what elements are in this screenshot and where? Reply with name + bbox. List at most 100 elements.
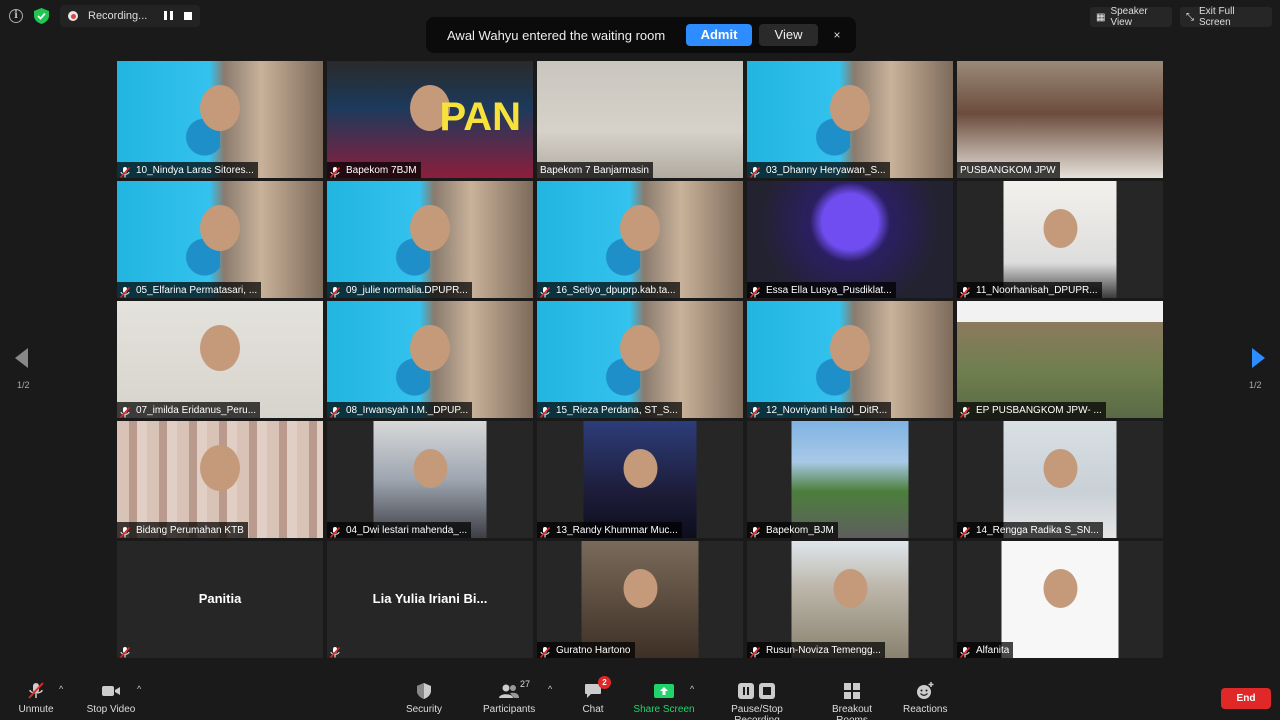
participant-name-bar: Essa Ella Lusya_Pusdiklat... — [747, 282, 896, 298]
participant-tile[interactable]: 11_Noorhanisah_DPUPR... — [957, 181, 1163, 298]
participant-tile[interactable]: Alfanita — [957, 541, 1163, 658]
stop-video-label: Stop Video — [86, 704, 136, 715]
speaker-view-label: Speaker View — [1110, 6, 1148, 28]
participant-tile[interactable]: 09_julie normalia.DPUPR... — [327, 181, 533, 298]
participant-tile[interactable]: Guratno Hartono — [537, 541, 743, 658]
stop-video-button[interactable]: Stop Video — [86, 682, 136, 715]
participant-name: 14_Rengga Radika S_SN... — [976, 524, 1099, 536]
participant-name-bar: 07_imilda Eridanus_Peru... — [117, 402, 261, 418]
close-icon[interactable]: × — [830, 25, 844, 45]
participant-figure — [410, 325, 450, 371]
previous-page-icon[interactable] — [15, 348, 28, 368]
share-screen-button[interactable]: Share Screen — [633, 682, 695, 715]
participant-tile[interactable]: Bapekom 7BJM — [327, 61, 533, 178]
unmute-button[interactable]: Unmute — [18, 682, 54, 715]
participant-figure — [200, 205, 240, 251]
mic-muted-icon — [119, 285, 131, 298]
participant-video — [957, 61, 1163, 178]
participant-name: 04_Dwi lestari mahenda_... — [346, 524, 468, 536]
end-meeting-button[interactable]: End — [1221, 688, 1271, 709]
info-icon[interactable]: i — [9, 9, 23, 23]
participant-video — [747, 181, 953, 298]
participant-name-bar: 14_Rengga Radika S_SN... — [957, 522, 1103, 538]
pause-stop-recording-button[interactable]: Pause/Stop Recording — [709, 682, 805, 720]
participant-tile[interactable]: PUSBANGKOM JPW — [957, 61, 1163, 178]
pause-recording-icon[interactable] — [164, 11, 173, 20]
participant-name-bar: Bapekom 7 Banjarmasin — [537, 162, 653, 178]
stop-recording-icon[interactable] — [184, 12, 192, 20]
participant-grid: 10_Nindya Laras Sitores... Bapekom 7BJM Ba… — [117, 61, 1163, 658]
participant-figure — [623, 569, 657, 609]
participant-tile[interactable]: Panitia — [117, 541, 323, 658]
participant-tile[interactable]: Rusun-Noviza Temengg... — [747, 541, 953, 658]
share-options-caret-icon[interactable]: ^ — [690, 684, 694, 694]
participant-video — [791, 421, 909, 538]
participant-tile[interactable]: 16_Setiyo_dpuprp.kab.ta... — [537, 181, 743, 298]
participant-tile[interactable]: Essa Ella Lusya_Pusdiklat... — [747, 181, 953, 298]
security-button[interactable]: Security — [404, 682, 444, 715]
participant-name-bar: 09_julie normalia.DPUPR... — [327, 282, 472, 298]
mic-muted-icon — [329, 525, 341, 538]
waiting-room-message: Awal Wahyu entered the waiting room — [447, 27, 666, 43]
mic-muted-icon — [539, 285, 551, 298]
participant-name-bar: 08_Irwansyah I.M._DPUP... — [327, 402, 473, 418]
participant-tile[interactable]: 15_Rieza Perdana, ST_S... — [537, 301, 743, 418]
participant-tile[interactable]: 07_imilda Eridanus_Peru... — [117, 301, 323, 418]
video-options-caret-icon[interactable]: ^ — [137, 684, 141, 694]
participant-video — [537, 61, 743, 178]
speaker-view-button[interactable]: ▦ Speaker View — [1090, 6, 1172, 28]
participant-name: 11_Noorhanisah_DPUPR... — [976, 284, 1098, 296]
participant-figure — [200, 85, 240, 131]
participant-tile[interactable]: Lia Yulia Iriani Bi... — [327, 541, 533, 658]
mic-muted-icon — [959, 645, 971, 658]
participant-name-bar: 03_Dhanny Heryawan_S... — [747, 162, 890, 178]
view-button[interactable]: View — [759, 24, 818, 46]
participant-name: 15_Rieza Perdana, ST_S... — [556, 404, 678, 416]
participant-name: 13_Randy Khummar Muc... — [556, 524, 678, 536]
participant-name: Guratno Hartono — [556, 644, 631, 656]
participant-name-bar: Bidang Perumahan KTB — [117, 522, 248, 538]
breakout-rooms-button[interactable]: Breakout Rooms — [816, 682, 888, 720]
participants-button[interactable]: 27 Participants — [483, 679, 535, 715]
participants-options-caret-icon[interactable]: ^ — [548, 684, 552, 694]
reactions-smiley-icon — [917, 682, 934, 699]
participant-tile[interactable]: 13_Randy Khummar Muc... — [537, 421, 743, 538]
admit-button[interactable]: Admit — [686, 24, 752, 46]
participant-tile[interactable]: 05_Elfarina Permatasari, ... — [117, 181, 323, 298]
participant-figure — [830, 325, 870, 371]
participant-figure — [200, 325, 240, 371]
participant-tile[interactable]: 03_Dhanny Heryawan_S... — [747, 61, 953, 178]
participant-tile[interactable]: 14_Rengga Radika S_SN... — [957, 421, 1163, 538]
audio-options-caret-icon[interactable]: ^ — [59, 684, 63, 694]
reactions-button[interactable]: Reactions — [903, 682, 947, 715]
shield-check-icon[interactable] — [34, 8, 49, 24]
speaker-view-icon: ▦ — [1096, 11, 1106, 23]
chat-button[interactable]: 2 Chat — [578, 676, 611, 715]
participant-name: 16_Setiyo_dpuprp.kab.ta... — [556, 284, 676, 296]
participant-tile[interactable]: EP PUSBANGKOM JPW- ... — [957, 301, 1163, 418]
participant-tile[interactable]: Bidang Perumahan KTB — [117, 421, 323, 538]
mic-muted-icon — [749, 165, 761, 178]
participant-tile[interactable]: 04_Dwi lestari mahenda_... — [327, 421, 533, 538]
chat-badge: 2 — [598, 676, 611, 689]
mic-muted-icon — [329, 165, 341, 178]
participant-video — [581, 541, 699, 658]
participant-video — [117, 301, 323, 418]
microphone-muted-icon — [28, 682, 44, 699]
participant-name-bar: 13_Randy Khummar Muc... — [537, 522, 682, 538]
participant-tile[interactable]: Bapekom_BJM — [747, 421, 953, 538]
participant-name: 07_imilda Eridanus_Peru... — [136, 404, 257, 416]
participant-name-bar: 04_Dwi lestari mahenda_... — [327, 522, 472, 538]
participant-name: 10_Nindya Laras Sitores... — [136, 164, 254, 176]
participant-tile[interactable]: 12_Novriyanti Harol_DitR... — [747, 301, 953, 418]
participant-tile[interactable]: Bapekom 7 Banjarmasin — [537, 61, 743, 178]
participant-video — [373, 421, 487, 538]
participant-tile[interactable]: 08_Irwansyah I.M._DPUP... — [327, 301, 533, 418]
participant-name: Bapekom 7BJM — [346, 164, 417, 176]
exit-full-screen-button[interactable]: ⤡ Exit Full Screen — [1180, 6, 1272, 28]
participant-name: Essa Ella Lusya_Pusdiklat... — [766, 284, 892, 296]
mic-muted-icon — [749, 405, 761, 418]
participant-tile[interactable]: 10_Nindya Laras Sitores... — [117, 61, 323, 178]
next-page-icon[interactable] — [1252, 348, 1265, 368]
participants-icon — [499, 684, 519, 698]
